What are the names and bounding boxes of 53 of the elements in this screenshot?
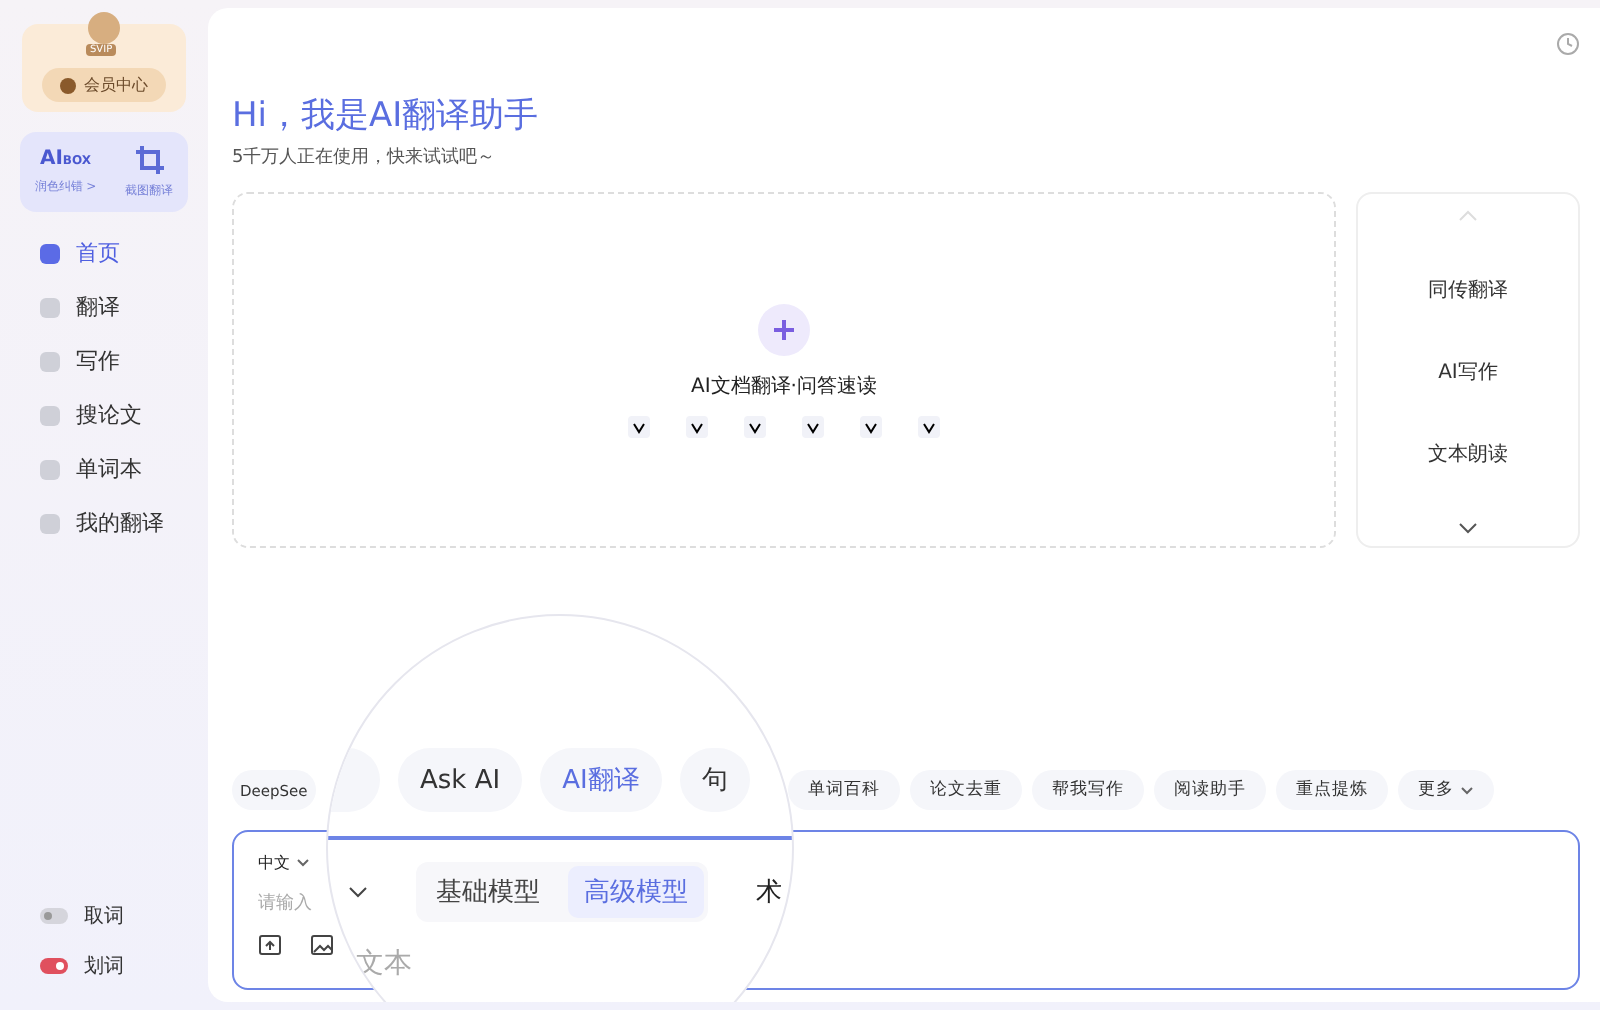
file-type-icon: [918, 415, 940, 437]
toggle-switch[interactable]: [40, 957, 68, 973]
image-icon[interactable]: [310, 932, 334, 956]
feature-link[interactable]: 文本朗读: [1428, 440, 1508, 468]
subtitle: 5千万人正在使用，快来试试吧～: [232, 145, 498, 170]
input-placeholder: 请输入: [258, 891, 312, 916]
nav-item[interactable]: 我的翻译: [40, 506, 208, 540]
chevron-down-icon[interactable]: [1458, 522, 1478, 534]
feature-link[interactable]: AI写作: [1438, 358, 1498, 386]
toggle-label: 划词: [84, 953, 124, 979]
nav-icon: [40, 243, 60, 263]
chevron-down-icon: [348, 886, 368, 898]
upload-label: AI文档翻译·问答速读: [691, 373, 877, 399]
nav-icon: [40, 459, 60, 479]
tab-label[interactable]: 术: [756, 874, 782, 910]
member-center-button[interactable]: 会员中心: [42, 68, 166, 102]
nav-item[interactable]: 写作: [40, 344, 208, 378]
avatar-icon: [88, 12, 120, 44]
nav-icon: [40, 297, 60, 317]
nav-item[interactable]: 单词本: [40, 452, 208, 486]
model-tab[interactable]: 高级模型: [568, 866, 704, 918]
feature-chip[interactable]: 论文去重: [909, 770, 1022, 810]
caret-icon: [296, 858, 310, 868]
upload-area[interactable]: AI文档翻译·问答速读: [232, 192, 1336, 548]
feature-chip[interactable]: 阅读助手: [1153, 770, 1266, 810]
mode-chip[interactable]: 句: [679, 748, 750, 812]
coin-icon: [60, 77, 76, 93]
file-type-icon: [744, 415, 766, 437]
nav-item[interactable]: 翻译: [40, 290, 208, 324]
mode-chip[interactable]: Ask AI: [398, 748, 523, 812]
page-title: Hi，我是AI翻译助手: [232, 94, 541, 138]
feature-link[interactable]: 同传翻译: [1428, 276, 1508, 304]
nav-icon: [40, 351, 60, 371]
file-type-icon: [628, 415, 650, 437]
toggle-label: 取词: [84, 903, 124, 929]
toggle-switch[interactable]: [40, 907, 68, 923]
caret-icon: [1459, 785, 1474, 795]
upload-folder-icon[interactable]: [258, 932, 282, 956]
nav-item[interactable]: 首页: [40, 236, 208, 270]
feature-chip[interactable]: 单词百科: [787, 770, 900, 810]
nav-icon: [40, 513, 60, 533]
nav-item[interactable]: 搜论文: [40, 398, 208, 432]
feature-chip[interactable]: 重点提炼: [1275, 770, 1388, 810]
clock-icon[interactable]: [1556, 32, 1580, 56]
file-type-icon: [802, 415, 824, 437]
nav-icon: [40, 405, 60, 425]
file-type-icon: [860, 415, 882, 437]
feature-chip[interactable]: 帮我写作: [1031, 770, 1144, 810]
file-type-icon: [686, 415, 708, 437]
feature-chip[interactable]: 更多: [1397, 770, 1494, 810]
plus-icon: [758, 303, 810, 355]
mode-chip[interactable]: AI翻译: [540, 748, 662, 812]
crop-icon: [135, 145, 164, 173]
